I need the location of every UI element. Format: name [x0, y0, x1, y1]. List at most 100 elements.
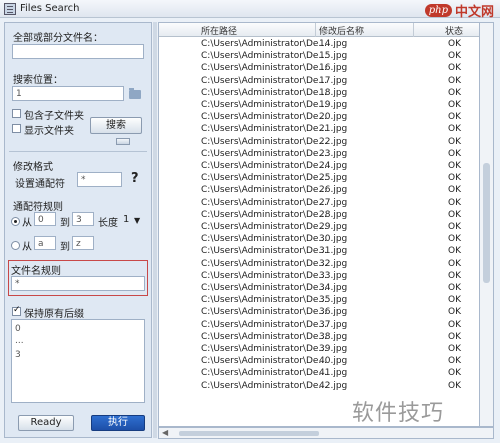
from2-input[interactable]: a: [34, 236, 56, 250]
table-row[interactable]: C:\Users\Administrator\De... 42.jpg OK: [159, 380, 479, 392]
table-row[interactable]: C:\Users\Administrator\De... 18.jpg OK: [159, 87, 479, 99]
execute-button[interactable]: 执行: [91, 415, 145, 431]
cell-path: C:\Users\Administrator\De...: [201, 222, 328, 232]
col-status[interactable]: 状态: [445, 24, 463, 37]
cell-new-name: 35.jpg: [319, 295, 348, 306]
show-folders-checkbox[interactable]: [12, 124, 21, 133]
table-row[interactable]: C:\Users\Administrator\De... 17.jpg OK: [159, 75, 479, 87]
cell-new-name: 19.jpg: [319, 100, 348, 110]
table-row[interactable]: C:\Users\Administrator\De... 31.jpg OK: [159, 245, 479, 257]
cell-path: C:\Users\Administrator\De...: [201, 161, 328, 171]
table-row[interactable]: C:\Users\Administrator\De... 36.jpg OK: [159, 306, 479, 318]
cell-status: OK: [448, 185, 461, 196]
cell-path: C:\Users\Administrator\De...: [201, 136, 328, 147]
vertical-scrollbar[interactable]: [480, 22, 494, 427]
table-row[interactable]: C:\Users\Administrator\De... 28.jpg OK: [159, 209, 479, 221]
column-separator[interactable]: [315, 23, 316, 37]
table-row[interactable]: C:\Users\Administrator\De... 38.jpg OK: [159, 331, 479, 343]
range-radio-numeric[interactable]: [11, 217, 20, 226]
table-row[interactable]: C:\Users\Administrator\De... 16.jpg OK: [159, 62, 479, 74]
table-row[interactable]: C:\Users\Administrator\De... 29.jpg OK: [159, 221, 479, 233]
cell-path: C:\Users\Administrator\De...: [201, 63, 328, 74]
scroll-thumb[interactable]: [179, 431, 319, 436]
table-row[interactable]: C:\Users\Administrator\De... 40.jpg OK: [159, 355, 479, 367]
folder-browse-icon[interactable]: [129, 88, 141, 99]
horizontal-scrollbar[interactable]: ◀: [158, 427, 494, 439]
table-row[interactable]: C:\Users\Administrator\De... 37.jpg OK: [159, 319, 479, 331]
panel-splitter[interactable]: [153, 22, 157, 438]
col-new-name[interactable]: 修改后名称: [319, 24, 364, 37]
length-value[interactable]: 1: [123, 214, 129, 225]
to2-input[interactable]: z: [72, 236, 94, 250]
cell-new-name: 26.jpg: [319, 185, 348, 196]
include-subfolders-checkbox[interactable]: [12, 109, 21, 118]
wildcard-input[interactable]: *: [77, 172, 122, 187]
cell-status: OK: [448, 100, 461, 110]
cell-new-name: 18.jpg: [319, 87, 348, 98]
cell-status: OK: [448, 380, 461, 391]
table-row[interactable]: C:\Users\Administrator\De... 14.jpg OK: [159, 38, 479, 50]
results-table[interactable]: 所在路径 修改后名称 状态 C:\Users\Administrator\De.…: [158, 22, 480, 427]
cell-status: OK: [448, 246, 461, 257]
table-row[interactable]: C:\Users\Administrator\De... 15.jpg OK: [159, 50, 479, 62]
window-title: Files Search: [20, 3, 80, 14]
filename-input[interactable]: [12, 44, 144, 59]
chevron-down-icon[interactable]: ▼: [134, 216, 140, 225]
search-button[interactable]: 搜索: [90, 117, 142, 134]
cell-path: C:\Users\Administrator\De...: [201, 307, 328, 318]
column-separator[interactable]: [413, 23, 414, 37]
table-row[interactable]: C:\Users\Administrator\De... 35.jpg OK: [159, 294, 479, 306]
table-row[interactable]: C:\Users\Administrator\De... 34.jpg OK: [159, 282, 479, 294]
table-row[interactable]: C:\Users\Administrator\De... 21.jpg OK: [159, 123, 479, 135]
table-row[interactable]: C:\Users\Administrator\De... 39.jpg OK: [159, 343, 479, 355]
cell-path: C:\Users\Administrator\De...: [201, 185, 328, 196]
cell-status: OK: [448, 51, 461, 62]
preview-list[interactable]: 0 ... 3: [11, 319, 145, 403]
to-label: 到: [60, 218, 70, 229]
table-row[interactable]: C:\Users\Administrator\De... 22.jpg OK: [159, 136, 479, 148]
cell-new-name: 30.jpg: [319, 234, 348, 245]
cell-new-name: 38.jpg: [319, 331, 348, 342]
table-row[interactable]: C:\Users\Administrator\De... 30.jpg OK: [159, 233, 479, 245]
cell-status: OK: [448, 148, 461, 159]
col-path[interactable]: 所在路径: [201, 24, 237, 37]
help-icon[interactable]: ?: [131, 171, 139, 186]
table-row[interactable]: C:\Users\Administrator\De... 26.jpg OK: [159, 184, 479, 196]
cell-new-name: 22.jpg: [319, 136, 348, 147]
table-row[interactable]: C:\Users\Administrator\De... 27.jpg OK: [159, 197, 479, 209]
table-row[interactable]: C:\Users\Administrator\De... 24.jpg OK: [159, 160, 479, 172]
table-row[interactable]: C:\Users\Administrator\De... 20.jpg OK: [159, 111, 479, 123]
cell-path: C:\Users\Administrator\De...: [201, 51, 328, 62]
ready-button[interactable]: Ready: [18, 415, 74, 431]
cell-path: C:\Users\Administrator\De...: [201, 100, 328, 110]
range-radio-alpha[interactable]: [11, 241, 20, 250]
cell-new-name: 33.jpg: [319, 270, 348, 281]
cell-path: C:\Users\Administrator\De...: [201, 148, 328, 159]
scroll-left-icon[interactable]: ◀: [162, 428, 168, 437]
table-row[interactable]: C:\Users\Administrator\De... 23.jpg OK: [159, 148, 479, 160]
from-input[interactable]: 0: [34, 212, 56, 226]
cell-status: OK: [448, 295, 461, 306]
cell-path: C:\Users\Administrator\De...: [201, 356, 328, 367]
cell-path: C:\Users\Administrator\De...: [201, 234, 328, 245]
logo-suffix: 中文网: [454, 5, 494, 20]
location-input[interactable]: 1: [12, 86, 124, 101]
table-row[interactable]: C:\Users\Administrator\De... 33.jpg OK: [159, 270, 479, 282]
cell-status: OK: [448, 39, 461, 49]
table-row[interactable]: C:\Users\Administrator\De... 32.jpg OK: [159, 258, 479, 270]
collapse-toggle[interactable]: [116, 138, 130, 145]
scroll-thumb[interactable]: [483, 163, 490, 283]
cell-path: C:\Users\Administrator\De...: [201, 173, 328, 184]
table-row[interactable]: C:\Users\Administrator\De... 19.jpg OK: [159, 99, 479, 111]
cell-path: C:\Users\Administrator\De...: [201, 112, 328, 123]
watermark: 软件技巧: [352, 401, 445, 426]
cell-new-name: 34.jpg: [319, 283, 348, 293]
cell-status: OK: [448, 161, 461, 171]
to-input[interactable]: 3: [72, 212, 94, 226]
filename-rule-input[interactable]: *: [11, 276, 145, 291]
cell-path: C:\Users\Administrator\De...: [201, 331, 328, 342]
cell-status: OK: [448, 209, 461, 220]
table-row[interactable]: C:\Users\Administrator\De... 41.jpg OK: [159, 367, 479, 379]
keep-suffix-checkbox[interactable]: [12, 305, 21, 316]
table-row[interactable]: C:\Users\Administrator\De... 25.jpg OK: [159, 172, 479, 184]
